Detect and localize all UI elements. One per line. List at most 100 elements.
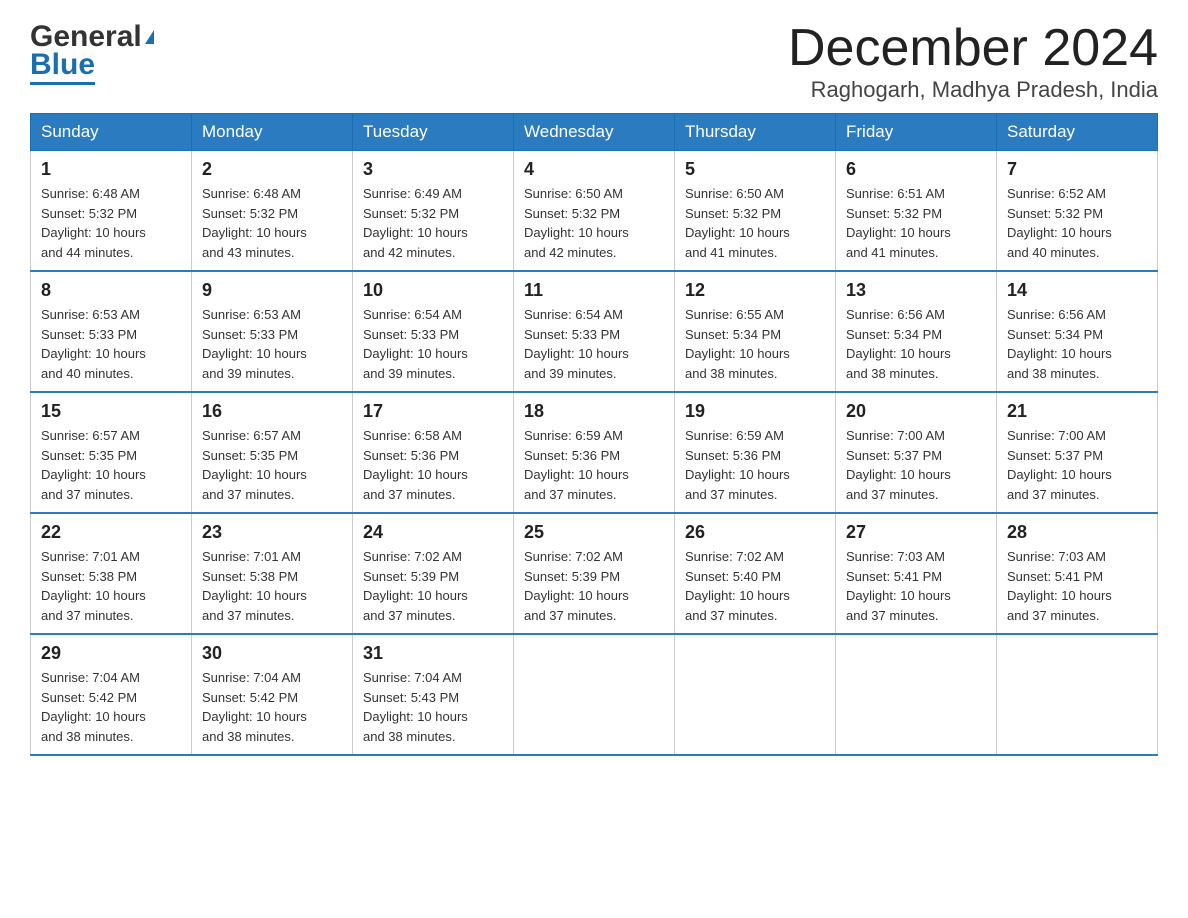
day-info: Sunrise: 6:58 AM Sunset: 5:36 PM Dayligh… (363, 426, 503, 504)
logo-triangle-icon (145, 30, 154, 44)
calendar-cell: 6 Sunrise: 6:51 AM Sunset: 5:32 PM Dayli… (836, 151, 997, 272)
location-subtitle: Raghogarh, Madhya Pradesh, India (788, 77, 1158, 103)
calendar-cell (675, 634, 836, 755)
day-info: Sunrise: 6:57 AM Sunset: 5:35 PM Dayligh… (41, 426, 181, 504)
day-number: 17 (363, 401, 503, 422)
calendar-cell: 1 Sunrise: 6:48 AM Sunset: 5:32 PM Dayli… (31, 151, 192, 272)
day-number: 15 (41, 401, 181, 422)
weekday-header-thursday: Thursday (675, 114, 836, 151)
weekday-header-wednesday: Wednesday (514, 114, 675, 151)
title-block: December 2024 Raghogarh, Madhya Pradesh,… (788, 20, 1158, 103)
day-number: 16 (202, 401, 342, 422)
day-info: Sunrise: 6:53 AM Sunset: 5:33 PM Dayligh… (202, 305, 342, 383)
calendar-cell: 23 Sunrise: 7:01 AM Sunset: 5:38 PM Dayl… (192, 513, 353, 634)
calendar-cell: 2 Sunrise: 6:48 AM Sunset: 5:32 PM Dayli… (192, 151, 353, 272)
calendar-cell: 9 Sunrise: 6:53 AM Sunset: 5:33 PM Dayli… (192, 271, 353, 392)
day-number: 21 (1007, 401, 1147, 422)
page-header: General Blue December 2024 Raghogarh, Ma… (30, 20, 1158, 103)
day-number: 25 (524, 522, 664, 543)
calendar-cell: 30 Sunrise: 7:04 AM Sunset: 5:42 PM Dayl… (192, 634, 353, 755)
weekday-header-tuesday: Tuesday (353, 114, 514, 151)
calendar-cell: 11 Sunrise: 6:54 AM Sunset: 5:33 PM Dayl… (514, 271, 675, 392)
day-number: 1 (41, 159, 181, 180)
day-info: Sunrise: 6:56 AM Sunset: 5:34 PM Dayligh… (1007, 305, 1147, 383)
calendar-cell: 25 Sunrise: 7:02 AM Sunset: 5:39 PM Dayl… (514, 513, 675, 634)
day-info: Sunrise: 6:59 AM Sunset: 5:36 PM Dayligh… (524, 426, 664, 504)
day-number: 7 (1007, 159, 1147, 180)
day-number: 26 (685, 522, 825, 543)
day-info: Sunrise: 6:54 AM Sunset: 5:33 PM Dayligh… (524, 305, 664, 383)
calendar-week-row: 8 Sunrise: 6:53 AM Sunset: 5:33 PM Dayli… (31, 271, 1158, 392)
logo-blue-text: Blue (30, 50, 95, 85)
day-number: 14 (1007, 280, 1147, 301)
weekday-header-saturday: Saturday (997, 114, 1158, 151)
calendar-cell: 18 Sunrise: 6:59 AM Sunset: 5:36 PM Dayl… (514, 392, 675, 513)
calendar-header-row: SundayMondayTuesdayWednesdayThursdayFrid… (31, 114, 1158, 151)
calendar-cell: 12 Sunrise: 6:55 AM Sunset: 5:34 PM Dayl… (675, 271, 836, 392)
calendar-cell: 13 Sunrise: 6:56 AM Sunset: 5:34 PM Dayl… (836, 271, 997, 392)
day-number: 19 (685, 401, 825, 422)
day-info: Sunrise: 7:04 AM Sunset: 5:43 PM Dayligh… (363, 668, 503, 746)
day-info: Sunrise: 6:50 AM Sunset: 5:32 PM Dayligh… (685, 184, 825, 262)
calendar-cell: 17 Sunrise: 6:58 AM Sunset: 5:36 PM Dayl… (353, 392, 514, 513)
calendar-cell: 21 Sunrise: 7:00 AM Sunset: 5:37 PM Dayl… (997, 392, 1158, 513)
calendar-cell: 8 Sunrise: 6:53 AM Sunset: 5:33 PM Dayli… (31, 271, 192, 392)
calendar-cell: 27 Sunrise: 7:03 AM Sunset: 5:41 PM Dayl… (836, 513, 997, 634)
day-number: 5 (685, 159, 825, 180)
day-info: Sunrise: 6:51 AM Sunset: 5:32 PM Dayligh… (846, 184, 986, 262)
day-info: Sunrise: 6:54 AM Sunset: 5:33 PM Dayligh… (363, 305, 503, 383)
day-info: Sunrise: 6:53 AM Sunset: 5:33 PM Dayligh… (41, 305, 181, 383)
calendar-cell: 29 Sunrise: 7:04 AM Sunset: 5:42 PM Dayl… (31, 634, 192, 755)
day-info: Sunrise: 7:02 AM Sunset: 5:39 PM Dayligh… (363, 547, 503, 625)
calendar-week-row: 15 Sunrise: 6:57 AM Sunset: 5:35 PM Dayl… (31, 392, 1158, 513)
calendar-cell: 16 Sunrise: 6:57 AM Sunset: 5:35 PM Dayl… (192, 392, 353, 513)
day-number: 6 (846, 159, 986, 180)
day-number: 4 (524, 159, 664, 180)
day-info: Sunrise: 7:01 AM Sunset: 5:38 PM Dayligh… (41, 547, 181, 625)
calendar-cell: 10 Sunrise: 6:54 AM Sunset: 5:33 PM Dayl… (353, 271, 514, 392)
day-info: Sunrise: 7:03 AM Sunset: 5:41 PM Dayligh… (846, 547, 986, 625)
calendar-cell (514, 634, 675, 755)
calendar-cell: 28 Sunrise: 7:03 AM Sunset: 5:41 PM Dayl… (997, 513, 1158, 634)
day-number: 24 (363, 522, 503, 543)
day-number: 10 (363, 280, 503, 301)
calendar-cell: 24 Sunrise: 7:02 AM Sunset: 5:39 PM Dayl… (353, 513, 514, 634)
day-info: Sunrise: 6:48 AM Sunset: 5:32 PM Dayligh… (41, 184, 181, 262)
day-info: Sunrise: 7:02 AM Sunset: 5:39 PM Dayligh… (524, 547, 664, 625)
day-number: 3 (363, 159, 503, 180)
logo: General Blue (30, 20, 155, 85)
calendar-week-row: 29 Sunrise: 7:04 AM Sunset: 5:42 PM Dayl… (31, 634, 1158, 755)
day-info: Sunrise: 6:57 AM Sunset: 5:35 PM Dayligh… (202, 426, 342, 504)
day-info: Sunrise: 6:59 AM Sunset: 5:36 PM Dayligh… (685, 426, 825, 504)
day-info: Sunrise: 6:49 AM Sunset: 5:32 PM Dayligh… (363, 184, 503, 262)
day-info: Sunrise: 7:00 AM Sunset: 5:37 PM Dayligh… (1007, 426, 1147, 504)
calendar-cell (997, 634, 1158, 755)
day-number: 18 (524, 401, 664, 422)
calendar-week-row: 1 Sunrise: 6:48 AM Sunset: 5:32 PM Dayli… (31, 151, 1158, 272)
calendar-cell: 31 Sunrise: 7:04 AM Sunset: 5:43 PM Dayl… (353, 634, 514, 755)
day-info: Sunrise: 7:02 AM Sunset: 5:40 PM Dayligh… (685, 547, 825, 625)
day-info: Sunrise: 6:50 AM Sunset: 5:32 PM Dayligh… (524, 184, 664, 262)
weekday-header-sunday: Sunday (31, 114, 192, 151)
day-number: 27 (846, 522, 986, 543)
calendar-cell: 4 Sunrise: 6:50 AM Sunset: 5:32 PM Dayli… (514, 151, 675, 272)
day-number: 8 (41, 280, 181, 301)
day-number: 13 (846, 280, 986, 301)
day-info: Sunrise: 7:03 AM Sunset: 5:41 PM Dayligh… (1007, 547, 1147, 625)
day-info: Sunrise: 6:56 AM Sunset: 5:34 PM Dayligh… (846, 305, 986, 383)
calendar-cell: 20 Sunrise: 7:00 AM Sunset: 5:37 PM Dayl… (836, 392, 997, 513)
calendar-cell: 7 Sunrise: 6:52 AM Sunset: 5:32 PM Dayli… (997, 151, 1158, 272)
day-number: 30 (202, 643, 342, 664)
calendar-table: SundayMondayTuesdayWednesdayThursdayFrid… (30, 113, 1158, 756)
day-info: Sunrise: 7:04 AM Sunset: 5:42 PM Dayligh… (202, 668, 342, 746)
day-number: 2 (202, 159, 342, 180)
day-number: 9 (202, 280, 342, 301)
day-number: 31 (363, 643, 503, 664)
month-year-title: December 2024 (788, 20, 1158, 77)
day-info: Sunrise: 7:04 AM Sunset: 5:42 PM Dayligh… (41, 668, 181, 746)
calendar-week-row: 22 Sunrise: 7:01 AM Sunset: 5:38 PM Dayl… (31, 513, 1158, 634)
day-number: 20 (846, 401, 986, 422)
calendar-cell: 22 Sunrise: 7:01 AM Sunset: 5:38 PM Dayl… (31, 513, 192, 634)
day-number: 29 (41, 643, 181, 664)
day-info: Sunrise: 7:00 AM Sunset: 5:37 PM Dayligh… (846, 426, 986, 504)
